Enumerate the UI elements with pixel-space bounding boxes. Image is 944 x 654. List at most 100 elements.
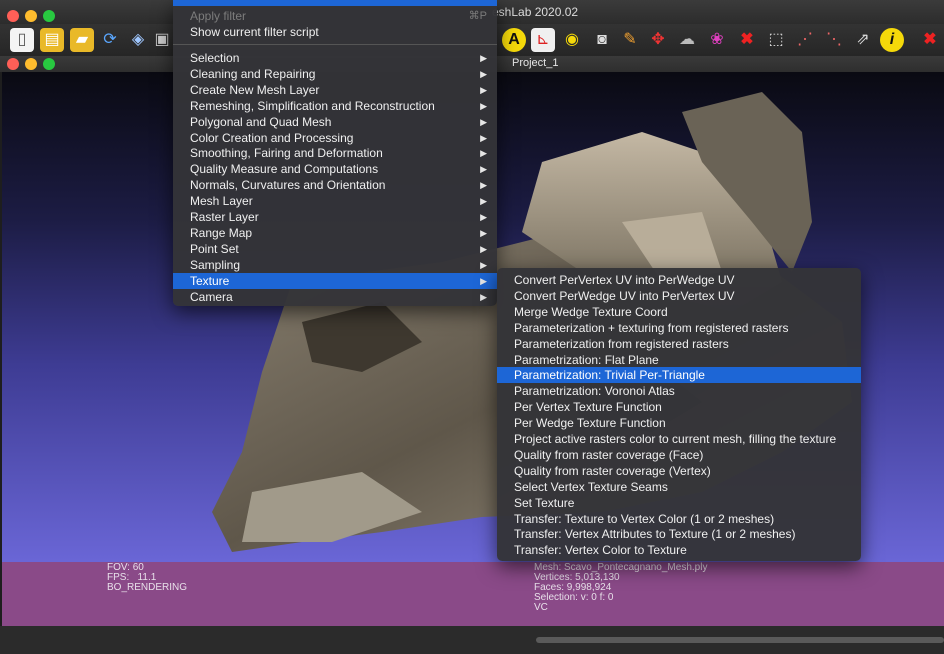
filter-category-raster-layer[interactable]: Raster Layer ▶ [173, 209, 497, 225]
filter-category-label: Point Set [190, 241, 239, 256]
manipulator-icon[interactable]: ⇗ [851, 28, 875, 52]
filter-category-label: Quality Measure and Computations [190, 162, 379, 177]
axes-icon[interactable]: ⊾ [531, 28, 555, 52]
window-zoom-button[interactable] [43, 10, 55, 22]
filter-category-range-map[interactable]: Range Map ▶ [173, 225, 497, 241]
filter-category-point-set[interactable]: Point Set ▶ [173, 241, 497, 257]
texture-filter-convert-pervertex-uv-into-perwedge-uv[interactable]: Convert PerVertex UV into PerWedge UV [497, 272, 861, 288]
filter-category-label: Sampling [190, 257, 241, 272]
camera-icon[interactable]: ◙ [590, 28, 614, 52]
filter-category-selection[interactable]: Selection ▶ [173, 50, 497, 66]
filter-category-label: Texture [190, 273, 230, 288]
submenu-arrow-icon: ▶ [480, 227, 487, 238]
filter-category-label: Cleaning and Repairing [190, 66, 316, 81]
texture-filter-parametrization-trivial-per-triangle[interactable]: Parametrization: Trivial Per-Triangle [497, 367, 861, 384]
filter-category-remeshing-simplification-and-reconstruction[interactable]: Remeshing, Simplification and Reconstruc… [173, 98, 497, 114]
window-minimize-button[interactable] [25, 10, 37, 22]
submenu-arrow-icon: ▶ [480, 275, 487, 286]
color-tool-icon[interactable]: ❀ [705, 28, 729, 52]
measure-tool-icon[interactable]: ◉ [560, 28, 584, 52]
horizontal-scrollbar[interactable] [536, 637, 944, 643]
paint-icon[interactable]: ✎ [618, 28, 642, 52]
apply-filter-item[interactable]: Apply filter ⌘P [173, 8, 497, 24]
close-icon[interactable]: ✖ [918, 28, 942, 52]
submenu-arrow-icon: ▶ [480, 259, 487, 270]
filter-category-color-creation-and-processing[interactable]: Color Creation and Processing ▶ [173, 130, 497, 146]
annotation-icon[interactable]: A [502, 28, 526, 52]
filters-menu-title-highlight [173, 0, 497, 6]
align-icon[interactable]: ☁ [675, 28, 699, 52]
info-icon[interactable]: i [880, 28, 904, 52]
submenu-arrow-icon: ▶ [480, 291, 487, 302]
document-close-button[interactable] [7, 58, 19, 70]
submenu-arrow-icon: ▶ [480, 68, 487, 79]
filter-category-texture[interactable]: Texture ▶ [173, 272, 497, 289]
import-mesh-icon[interactable]: ◈ [126, 28, 150, 52]
texture-filter-merge-wedge-texture-coord[interactable]: Merge Wedge Texture Coord [497, 304, 861, 320]
filter-category-label: Mesh Layer [190, 194, 253, 209]
open-folder-icon[interactable]: ▰ [70, 28, 94, 52]
texture-filter-per-wedge-texture-function[interactable]: Per Wedge Texture Function [497, 415, 861, 431]
filter-category-smoothing-fairing-and-deformation[interactable]: Smoothing, Fairing and Deformation ▶ [173, 145, 497, 161]
filter-category-label: Smoothing, Fairing and Deformation [190, 146, 383, 161]
apply-filter-shortcut: ⌘P [468, 10, 487, 22]
submenu-arrow-icon: ▶ [480, 84, 487, 95]
vertex-color-flag: VC [534, 602, 548, 613]
filter-category-mesh-layer[interactable]: Mesh Layer ▶ [173, 193, 497, 209]
filter-category-label: Create New Mesh Layer [190, 82, 320, 97]
filter-category-label: Normals, Curvatures and Orientation [190, 178, 386, 193]
texture-filter-quality-from-raster-coverage-face[interactable]: Quality from raster coverage (Face) [497, 447, 861, 463]
filter-category-sampling[interactable]: Sampling ▶ [173, 257, 497, 273]
submenu-arrow-icon: ▶ [480, 100, 487, 111]
app-title: eshLab 2020.02 [492, 5, 579, 19]
texture-filter-parametrization-voronoi-atlas[interactable]: Parametrization: Voronoi Atlas [497, 383, 861, 399]
texture-filter-parameterization-from-registered-rasters[interactable]: Parameterization from registered rasters [497, 336, 861, 352]
texture-filter-project-active-rasters-color-to-current-mesh-filling-the-texture[interactable]: Project active rasters color to current … [497, 431, 861, 447]
show-filter-script-item[interactable]: Show current filter script [173, 24, 497, 40]
submenu-arrow-icon: ▶ [480, 132, 487, 143]
texture-filter-convert-perwedge-uv-into-pervertex-uv[interactable]: Convert PerWedge UV into PerVertex UV [497, 288, 861, 304]
filters-menu: Apply filter ⌘P Show current filter scri… [173, 0, 497, 306]
document-minimize-button[interactable] [25, 58, 37, 70]
filter-category-create-new-mesh-layer[interactable]: Create New Mesh Layer ▶ [173, 82, 497, 98]
document-title: Project_1 [512, 57, 559, 69]
texture-filter-transfer-texture-to-vertex-color-1-or-2-meshes[interactable]: Transfer: Texture to Vertex Color (1 or … [497, 511, 861, 527]
snapshot-icon[interactable]: ▣ [154, 28, 170, 52]
window-close-button[interactable] [7, 10, 19, 22]
texture-submenu: Convert PerVertex UV into PerWedge UV Con… [497, 268, 861, 561]
select-faces-icon[interactable]: ⬚ [764, 28, 788, 52]
select-vertices-icon[interactable]: ⋰ [793, 28, 817, 52]
texture-filter-transfer-vertex-attributes-to-texture-1-or-2-meshes[interactable]: Transfer: Vertex Attributes to Texture (… [497, 526, 861, 542]
submenu-arrow-icon: ▶ [480, 196, 487, 207]
filter-category-camera[interactable]: Camera ▶ [173, 289, 497, 305]
submenu-arrow-icon: ▶ [480, 243, 487, 254]
rendering-mode: BO_RENDERING [107, 582, 188, 593]
texture-filter-transfer-vertex-color-to-texture[interactable]: Transfer: Vertex Color to Texture [497, 542, 861, 558]
texture-filter-select-vertex-texture-seams[interactable]: Select Vertex Texture Seams [497, 479, 861, 495]
texture-filter-per-vertex-texture-function[interactable]: Per Vertex Texture Function [497, 399, 861, 415]
menu-separator [173, 44, 497, 45]
submenu-arrow-icon: ▶ [480, 180, 487, 191]
pick-points-icon[interactable]: ✥ [646, 28, 670, 52]
texture-filter-set-texture[interactable]: Set Texture [497, 495, 861, 511]
texture-filter-parameterization-texturing-from-registered-rasters[interactable]: Parameterization + texturing from regist… [497, 320, 861, 336]
select-connected-icon[interactable]: ⋱ [822, 28, 846, 52]
delete-icon[interactable]: ✖ [735, 28, 759, 52]
new-file-icon[interactable]: ▯ [10, 28, 34, 52]
texture-filter-quality-from-raster-coverage-vertex[interactable]: Quality from raster coverage (Vertex) [497, 463, 861, 479]
submenu-arrow-icon: ▶ [480, 53, 487, 63]
open-layers-icon[interactable]: ▤ [40, 28, 64, 52]
texture-filter-parametrization-flat-plane[interactable]: Parametrization: Flat Plane [497, 352, 861, 368]
submenu-arrow-icon: ▶ [480, 116, 487, 127]
document-zoom-button[interactable] [43, 58, 55, 70]
filter-category-quality-measure-and-computations[interactable]: Quality Measure and Computations ▶ [173, 161, 497, 177]
filter-category-label: Selection [190, 51, 240, 65]
filter-category-normals-curvatures-and-orientation[interactable]: Normals, Curvatures and Orientation ▶ [173, 177, 497, 193]
reload-icon[interactable]: ⟳ [98, 28, 122, 52]
filter-category-label: Range Map [190, 225, 253, 240]
filter-category-cleaning-and-repairing[interactable]: Cleaning and Repairing ▶ [173, 66, 497, 82]
filter-category-label: Camera [190, 289, 233, 304]
filter-category-label: Polygonal and Quad Mesh [190, 114, 332, 129]
filter-category-label: Color Creation and Processing [190, 130, 354, 145]
filter-category-polygonal-and-quad-mesh[interactable]: Polygonal and Quad Mesh ▶ [173, 114, 497, 130]
